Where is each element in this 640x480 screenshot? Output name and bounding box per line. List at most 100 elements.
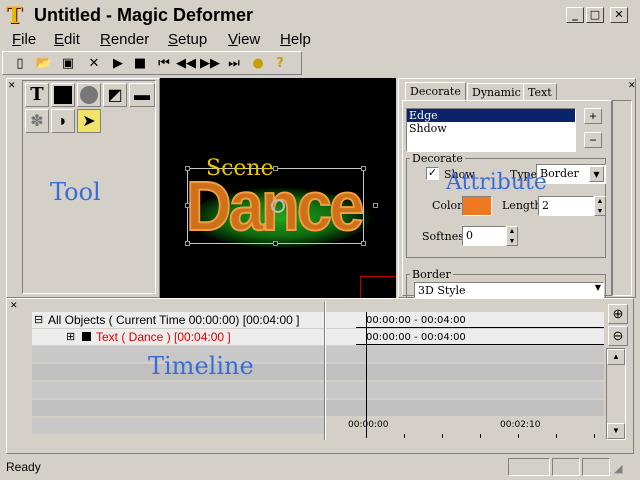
zoom-out-icon[interactable]: ⊖ — [608, 326, 628, 346]
attribute-panel-grip-icon[interactable]: ✕ — [628, 82, 636, 91]
minimize-button[interactable]: _ — [566, 7, 584, 23]
show-checkbox[interactable]: ✓ — [426, 167, 439, 180]
resize-handle[interactable] — [361, 166, 366, 171]
resize-handle[interactable] — [185, 241, 190, 246]
decorate-group-label: Decorate — [410, 152, 465, 165]
menu-render[interactable]: Render — [100, 31, 149, 48]
attribute-scrollbar[interactable] — [612, 100, 632, 296]
chevron-down-icon[interactable]: ▼ — [595, 283, 601, 292]
object-icon — [82, 332, 91, 341]
menu-help[interactable]: Help — [280, 31, 311, 48]
menu-bar: File Edit Render Setup View Help — [0, 30, 640, 50]
record-icon[interactable]: ● — [247, 54, 269, 74]
film-tool-icon[interactable]: ▬ — [129, 83, 155, 107]
new-icon[interactable]: ▯ — [9, 54, 31, 74]
playhead[interactable] — [366, 312, 367, 438]
list-item[interactable]: Shdow — [407, 122, 575, 135]
tool-label: Tool — [50, 178, 101, 206]
menu-file[interactable]: File — [12, 31, 36, 48]
status-text: Ready — [6, 460, 41, 474]
rotation-handle[interactable] — [271, 199, 285, 213]
attribute-label: Attribute — [446, 170, 547, 195]
scroll-down-icon[interactable]: ▼ — [607, 423, 625, 439]
remove-effect-button[interactable]: − — [584, 132, 602, 148]
last-frame-icon[interactable]: ⏭ — [223, 54, 245, 74]
menu-setup[interactable]: Setup — [168, 31, 207, 48]
image-tool-icon[interactable]: ◩ — [103, 83, 127, 107]
timeline-scrollbar[interactable]: ▲ ▼ — [606, 348, 626, 440]
close-window-button[interactable]: ✕ — [610, 7, 628, 23]
maximize-button[interactable]: □ — [586, 7, 604, 23]
resize-grip-icon[interactable]: ◢ — [614, 462, 622, 475]
forward-icon[interactable]: ▶▶ — [199, 54, 221, 74]
border-style-value: 3D Style — [418, 284, 466, 297]
track-row — [326, 382, 604, 398]
add-effect-button[interactable]: + — [584, 108, 602, 124]
ruler-tick — [594, 434, 595, 438]
tab-dynamic[interactable]: Dynamic — [467, 83, 526, 101]
border-style-select[interactable]: 3D Style ▼ — [414, 282, 604, 298]
ruler-label: 00:02:10 — [500, 420, 541, 430]
rectangle-tool-icon[interactable] — [51, 83, 75, 107]
select-tool-icon[interactable]: ➤ — [77, 109, 101, 133]
toolbar: ▯ 📂 ▣ ✕ ▶ ■ ⏮ ◀◀ ▶▶ ⏭ ● ? — [2, 51, 302, 75]
chevron-down-icon[interactable]: ▼ — [589, 166, 604, 182]
list-item[interactable]: Edge — [407, 109, 575, 122]
track-row — [326, 346, 604, 362]
first-frame-icon[interactable]: ⏮ — [153, 54, 175, 74]
length-spinner[interactable]: ▲ ▼ — [594, 196, 606, 216]
expand-icon[interactable]: ⊞ — [66, 330, 75, 343]
tab-text[interactable]: Text — [523, 83, 557, 101]
text-object-label[interactable]: Text ( Dance ) [00:04:00 ] — [96, 330, 231, 344]
window-title: Untitled - Magic Deformer — [34, 5, 254, 25]
menu-view[interactable]: View — [228, 31, 260, 48]
resize-handle[interactable] — [185, 166, 190, 171]
softness-field[interactable]: 0 — [462, 226, 506, 246]
text-duration-bar[interactable]: 00:00:00 - 00:04:00 — [356, 331, 604, 345]
track-row — [326, 364, 604, 380]
circle-tool-icon[interactable] — [77, 83, 101, 107]
all-objects-label: All Objects ( Current Time 00:00:00) [00… — [48, 313, 300, 327]
timeline-row — [32, 418, 324, 434]
scroll-up-icon[interactable]: ▲ — [607, 349, 625, 365]
timeline-grip-icon[interactable]: ✕ — [10, 302, 18, 311]
title-bar: T Untitled - Magic Deformer _ □ ✕ — [0, 0, 640, 32]
scene-canvas[interactable]: Dance Scene — [160, 78, 396, 298]
rewind-icon[interactable]: ◀◀ — [175, 54, 197, 74]
deform-tool-icon[interactable]: ✽ — [25, 109, 49, 133]
resize-handle[interactable] — [273, 241, 278, 246]
save-icon[interactable]: ▣ — [57, 54, 79, 74]
help-icon[interactable]: ? — [269, 54, 291, 74]
resize-handle[interactable] — [373, 203, 378, 208]
gradient-tool-icon[interactable]: ◗ — [51, 109, 75, 133]
tab-decorate[interactable]: Decorate — [405, 82, 466, 102]
resize-handle[interactable] — [185, 203, 190, 208]
stop-icon[interactable]: ■ — [129, 54, 151, 74]
timeline-row[interactable]: ⊟ All Objects ( Current Time 00:00:00) [… — [32, 312, 324, 328]
track-row — [326, 400, 604, 416]
softness-spinner[interactable]: ▲ ▼ — [506, 226, 518, 246]
timeline-track-area[interactable]: 00:00:00 - 00:04:00 00:00:00 - 00:04:00 … — [326, 312, 604, 438]
open-icon[interactable]: 📂 — [33, 54, 55, 74]
ruler-label: 00:00:00 — [348, 420, 389, 430]
timeline-label: Timeline — [148, 352, 254, 380]
resize-handle[interactable] — [361, 241, 366, 246]
ruler-tick — [480, 434, 481, 438]
tool-panel-grip-icon[interactable]: ✕ — [8, 82, 16, 91]
close-icon[interactable]: ✕ — [83, 54, 105, 74]
zoom-in-icon[interactable]: ⊕ — [608, 304, 628, 324]
effect-list[interactable]: Edge Shdow — [406, 108, 576, 152]
all-objects-duration-bar[interactable]: 00:00:00 - 00:04:00 — [356, 314, 604, 328]
menu-edit[interactable]: Edit — [54, 31, 80, 48]
timeline-row — [32, 400, 324, 416]
text-tool-icon[interactable]: T — [25, 83, 49, 107]
timeline-row[interactable]: ⊞ Text ( Dance ) [00:04:00 ] — [32, 329, 324, 345]
ruler-tick — [518, 434, 519, 438]
color-swatch[interactable] — [462, 196, 492, 216]
timeline-row — [32, 382, 324, 398]
length-field[interactable]: 2 — [538, 196, 594, 216]
scene-boundary — [360, 276, 396, 298]
play-icon[interactable]: ▶ — [107, 54, 129, 74]
collapse-icon[interactable]: ⊟ — [34, 313, 43, 326]
resize-handle[interactable] — [273, 166, 278, 171]
